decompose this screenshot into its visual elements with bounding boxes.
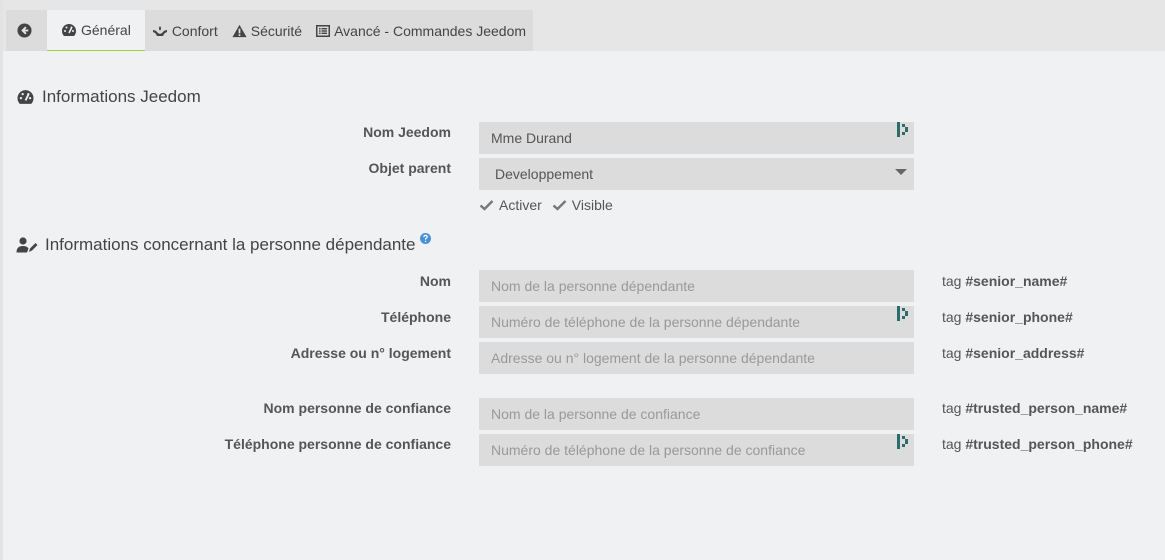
trusted-name-input[interactable] (479, 398, 914, 430)
senior-name-tag-value: #senior_name# (965, 273, 1068, 289)
chevron-down-icon (895, 169, 907, 175)
tag-prefix: tag (942, 273, 962, 289)
arrow-circle-left-icon (17, 23, 32, 38)
trusted-phone-input[interactable] (479, 434, 914, 466)
question-circle-icon[interactable] (420, 232, 432, 244)
list-icon (316, 24, 331, 37)
tag-prefix: tag (942, 345, 962, 361)
tab-confort[interactable]: Confort (145, 10, 225, 51)
check-icon (552, 200, 567, 211)
tab-securite[interactable]: Sécurité (225, 10, 309, 51)
tab-general[interactable]: Général (47, 10, 145, 51)
checkbox-group: Activer Visible (479, 197, 613, 213)
keyboard-helper-icon[interactable] (897, 306, 909, 321)
keyboard-helper-icon[interactable] (897, 434, 909, 449)
senior-phone-label: Téléphone (380, 309, 451, 325)
back-button[interactable] (6, 10, 47, 51)
visible-label: Visible (571, 197, 613, 213)
section-jeedom-title-text: Informations Jeedom (42, 87, 201, 106)
senior-address-label: Adresse ou n° logement (290, 345, 451, 361)
tag-prefix: tag (942, 400, 962, 416)
tachometer-icon (17, 90, 34, 104)
trusted-name-tag-value: #trusted_person_name# (965, 400, 1128, 416)
parent-object-select[interactable]: Developpement (479, 158, 914, 190)
tab-advanced-label: Avancé - Commandes Jeedom (334, 22, 527, 39)
name-jeedom-input[interactable]: Mme Durand (479, 122, 914, 154)
check-icon (479, 200, 494, 211)
tachometer-icon (62, 24, 76, 36)
trusted-phone-tag: tag #trusted_person_phone# (942, 436, 1133, 452)
parent-object-label: Objet parent (368, 160, 451, 176)
tab-advanced[interactable]: Avancé - Commandes Jeedom (309, 10, 533, 51)
keyboard-helper-icon[interactable] (897, 122, 909, 137)
senior-phone-input[interactable] (479, 306, 914, 338)
activate-checkbox[interactable]: Activer (479, 197, 542, 213)
tag-prefix: tag (942, 309, 962, 325)
name-jeedom-label: Nom Jeedom (363, 124, 451, 140)
hands-icon (152, 25, 167, 36)
trusted-name-tag: tag #trusted_person_name# (942, 400, 1127, 416)
warning-icon (232, 24, 247, 37)
visible-checkbox[interactable]: Visible (552, 197, 613, 213)
name-jeedom-value: Mme Durand (491, 130, 572, 146)
tab-securite-label: Sécurité (250, 22, 303, 39)
tab-bar: Général Confort Sécurité Avancé - Comman… (3, 0, 1165, 51)
senior-phone-tag-value: #senior_phone# (965, 309, 1073, 325)
senior-phone-tag: tag #senior_phone# (942, 309, 1073, 325)
trusted-name-label: Nom personne de confiance (263, 400, 451, 416)
senior-name-input[interactable] (479, 270, 914, 302)
senior-address-input[interactable] (479, 342, 914, 374)
tabs: Général Confort Sécurité Avancé - Comman… (6, 10, 534, 51)
senior-name-tag: tag #senior_name# (942, 273, 1067, 289)
senior-address-tag-value: #senior_address# (965, 345, 1085, 361)
parent-object-value: Developpement (495, 166, 594, 182)
tab-confort-label: Confort (171, 22, 218, 39)
senior-address-tag: tag #senior_address# (942, 345, 1084, 361)
trusted-phone-label: Téléphone personne de confiance (224, 436, 451, 452)
section-person-title: Informations concernant la personne dépe… (16, 232, 438, 255)
tab-general-label: Général (81, 22, 131, 38)
section-person-title-text: Informations concernant la personne dépe… (45, 235, 416, 254)
left-edge (0, 0, 3, 560)
tag-prefix: tag (942, 436, 962, 452)
trusted-phone-tag-value: #trusted_person_phone# (965, 436, 1133, 452)
activate-label: Activer (499, 197, 542, 213)
section-jeedom-title: Informations Jeedom (16, 87, 201, 107)
user-edit-icon (16, 237, 38, 253)
senior-name-label: Nom (419, 273, 451, 289)
